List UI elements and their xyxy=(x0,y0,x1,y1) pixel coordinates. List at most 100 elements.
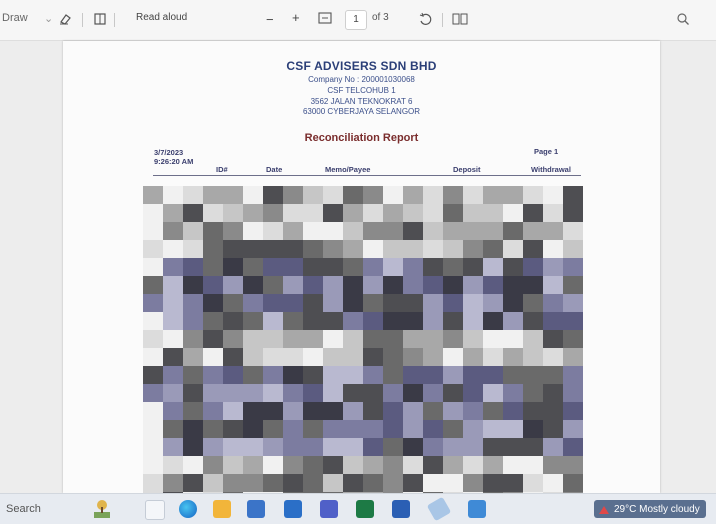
mosaic-cell xyxy=(403,294,423,312)
mosaic-cell xyxy=(163,204,183,222)
mosaic-cell xyxy=(443,330,463,348)
mosaic-cell xyxy=(503,366,523,384)
search-icon[interactable] xyxy=(676,12,690,26)
mosaic-cell xyxy=(423,186,443,204)
mosaic-cell xyxy=(163,348,183,366)
rotate-icon[interactable] xyxy=(418,12,432,26)
mosaic-cell xyxy=(143,456,163,474)
mosaic-cell xyxy=(283,204,303,222)
mosaic-cell xyxy=(403,366,423,384)
mosaic-cell xyxy=(383,186,403,204)
mosaic-cell xyxy=(303,420,323,438)
zoom-out-button[interactable]: − xyxy=(266,12,274,27)
mosaic-cell xyxy=(343,276,363,294)
page-number-input[interactable]: 1 xyxy=(345,10,367,30)
eraser-icon[interactable] xyxy=(58,12,72,26)
file-explorer-icon[interactable] xyxy=(213,500,231,518)
mosaic-cell xyxy=(163,456,183,474)
two-page-view-icon[interactable] xyxy=(452,12,468,26)
fit-page-icon[interactable] xyxy=(318,12,332,24)
mosaic-cell xyxy=(343,222,363,240)
report-date: 3/7/2023 xyxy=(154,148,184,157)
zoom-in-button[interactable]: + xyxy=(292,10,300,25)
mosaic-cell xyxy=(383,384,403,402)
edge-browser-icon[interactable] xyxy=(179,500,197,518)
mosaic-cell xyxy=(263,420,283,438)
mosaic-cell xyxy=(183,348,203,366)
widgets-icon[interactable] xyxy=(90,497,114,521)
mosaic-cell xyxy=(463,276,483,294)
mosaic-cell xyxy=(183,330,203,348)
mosaic-cell xyxy=(503,420,523,438)
mosaic-cell xyxy=(363,456,383,474)
mosaic-cell xyxy=(343,186,363,204)
mosaic-cell xyxy=(383,438,403,456)
mosaic-cell xyxy=(323,438,343,456)
mosaic-cell xyxy=(263,384,283,402)
mosaic-cell xyxy=(243,294,263,312)
zoom-in-label: + xyxy=(292,10,300,25)
mosaic-cell xyxy=(183,420,203,438)
mosaic-cell xyxy=(543,330,563,348)
word-icon[interactable] xyxy=(392,500,410,518)
address-line-2: 3562 JALAN TEKNOKRAT 6 xyxy=(310,97,413,106)
mosaic-cell xyxy=(343,438,363,456)
mosaic-cell xyxy=(403,258,423,276)
pen-app-icon[interactable] xyxy=(426,496,452,522)
mosaic-cell xyxy=(383,240,403,258)
mosaic-cell xyxy=(443,456,463,474)
mosaic-cell xyxy=(283,258,303,276)
column-header-deposit: Deposit xyxy=(453,165,481,174)
mosaic-cell xyxy=(323,276,343,294)
document-viewport[interactable]: CSF ADVISERS SDN BHD Company No : 200001… xyxy=(0,41,716,496)
mosaic-cell xyxy=(523,366,543,384)
mosaic-cell xyxy=(323,348,343,366)
excel-icon[interactable] xyxy=(356,500,374,518)
mosaic-cell xyxy=(363,186,383,204)
mosaic-cell xyxy=(423,474,443,492)
mosaic-cell xyxy=(503,204,523,222)
column-header-memo-payee: Memo/Payee xyxy=(325,165,371,174)
mosaic-cell xyxy=(343,330,363,348)
read-aloud-button[interactable]: Read aloud xyxy=(136,12,187,23)
task-view-icon[interactable] xyxy=(145,500,165,520)
mosaic-cell xyxy=(523,474,543,492)
mosaic-cell xyxy=(363,402,383,420)
mosaic-cell xyxy=(163,330,183,348)
mosaic-cell xyxy=(463,258,483,276)
mosaic-cell xyxy=(183,366,203,384)
mosaic-cell xyxy=(423,384,443,402)
mail-icon[interactable] xyxy=(284,500,302,518)
mosaic-cell xyxy=(383,348,403,366)
mosaic-cell xyxy=(203,222,223,240)
mosaic-cell xyxy=(343,474,363,492)
chevron-down-icon[interactable]: ⌄ xyxy=(44,12,53,25)
mosaic-cell xyxy=(163,240,183,258)
mosaic-cell xyxy=(303,456,323,474)
draw-button[interactable]: Draw xyxy=(2,12,28,24)
mosaic-cell xyxy=(263,348,283,366)
teams-icon[interactable] xyxy=(320,500,338,518)
app-pin-icon[interactable] xyxy=(468,500,486,518)
mosaic-cell xyxy=(443,240,463,258)
mosaic-cell xyxy=(203,348,223,366)
page-view-icon[interactable] xyxy=(93,12,107,26)
mosaic-cell xyxy=(563,222,583,240)
mosaic-cell xyxy=(283,402,303,420)
mosaic-cell xyxy=(363,384,383,402)
mosaic-cell xyxy=(223,240,243,258)
mosaic-cell xyxy=(483,294,503,312)
mosaic-cell xyxy=(503,186,523,204)
mosaic-cell xyxy=(223,330,243,348)
mosaic-cell xyxy=(363,258,383,276)
mosaic-cell xyxy=(223,312,243,330)
mosaic-cell xyxy=(303,222,323,240)
weather-widget[interactable]: 29°C Mostly cloudy xyxy=(594,500,706,518)
mosaic-cell xyxy=(343,366,363,384)
mosaic-cell xyxy=(523,276,543,294)
mosaic-cell xyxy=(363,474,383,492)
mosaic-cell xyxy=(523,186,543,204)
mosaic-cell xyxy=(303,348,323,366)
mosaic-cell xyxy=(323,240,343,258)
store-icon[interactable] xyxy=(247,500,265,518)
